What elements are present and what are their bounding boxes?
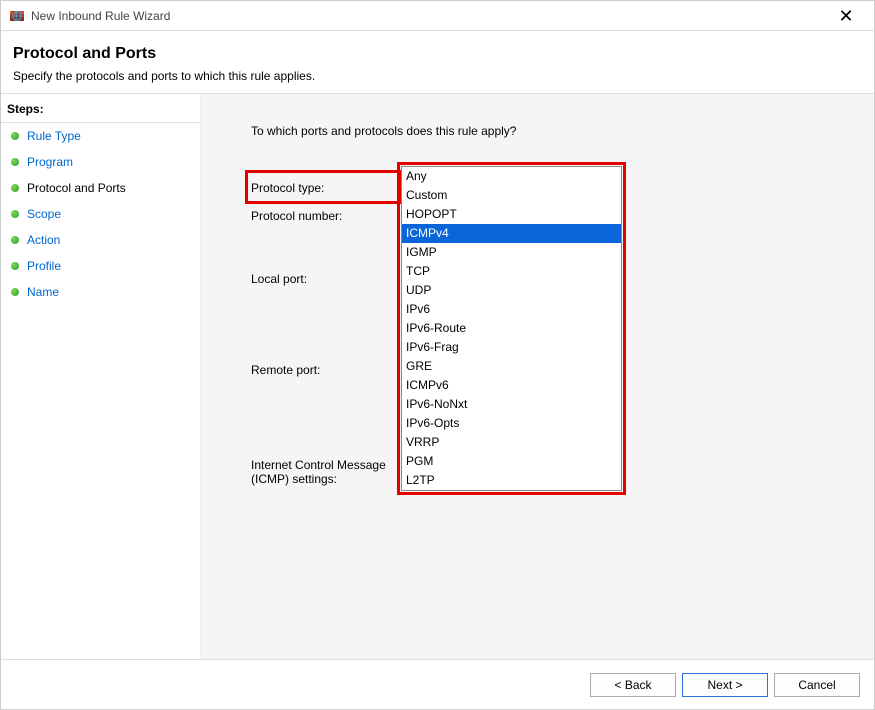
close-icon: ✕ [838, 6, 853, 26]
steps-panel: Steps: Rule Type Program Protocol and Po… [1, 94, 201, 659]
step-label: Action [27, 233, 60, 247]
option-ipv6-frag[interactable]: IPv6-Frag [402, 338, 621, 357]
option-tcp[interactable]: TCP [402, 262, 621, 281]
content-panel: To which ports and protocols does this r… [201, 94, 874, 659]
protocol-type-dropdown: Any Custom HOPOPT ICMPv4 IGMP TCP UDP IP… [401, 166, 622, 491]
option-ipv6-opts[interactable]: IPv6-Opts [402, 414, 621, 433]
cancel-button[interactable]: Cancel [774, 673, 860, 697]
steps-list: Rule Type Program Protocol and Ports Sco… [1, 123, 200, 305]
option-ipv6-nonxt[interactable]: IPv6-NoNxt [402, 395, 621, 414]
titlebar: New Inbound Rule Wizard ✕ [1, 1, 874, 31]
step-scope[interactable]: Scope [1, 201, 200, 227]
label-remote-port: Remote port: [251, 360, 401, 377]
label-icmp-settings: Internet Control Message (ICMP) settings… [251, 455, 401, 486]
step-program[interactable]: Program [1, 149, 200, 175]
steps-heading: Steps: [1, 94, 200, 123]
bullet-icon [11, 288, 19, 296]
next-button[interactable]: Next > [682, 673, 768, 697]
header: Protocol and Ports Specify the protocols… [1, 31, 874, 94]
option-hopopt[interactable]: HOPOPT [402, 205, 621, 224]
bullet-icon [11, 132, 19, 140]
step-label: Rule Type [27, 129, 81, 143]
bullet-icon [11, 236, 19, 244]
page-subtitle: Specify the protocols and ports to which… [13, 69, 862, 83]
step-name[interactable]: Name [1, 279, 200, 305]
step-label: Program [27, 155, 73, 169]
step-action[interactable]: Action [1, 227, 200, 253]
protocol-type-option-list[interactable]: Any Custom HOPOPT ICMPv4 IGMP TCP UDP IP… [401, 166, 622, 491]
step-protocol-and-ports: Protocol and Ports [1, 175, 200, 201]
option-ipv6[interactable]: IPv6 [402, 300, 621, 319]
option-ipv6-route[interactable]: IPv6-Route [402, 319, 621, 338]
bullet-icon [11, 210, 19, 218]
wizard-window: New Inbound Rule Wizard ✕ Protocol and P… [0, 0, 875, 710]
option-gre[interactable]: GRE [402, 357, 621, 376]
option-vrrp[interactable]: VRRP [402, 433, 621, 452]
page-title: Protocol and Ports [13, 45, 862, 63]
bullet-icon [11, 262, 19, 270]
footer: < Back Next > Cancel [1, 659, 874, 709]
window-title: New Inbound Rule Wizard [31, 9, 820, 23]
step-label: Profile [27, 259, 61, 273]
body: Steps: Rule Type Program Protocol and Po… [1, 94, 874, 659]
bullet-icon [11, 184, 19, 192]
prompt-text: To which ports and protocols does this r… [251, 124, 844, 138]
option-custom[interactable]: Custom [402, 186, 621, 205]
bullet-icon [11, 158, 19, 166]
step-profile[interactable]: Profile [1, 253, 200, 279]
option-l2tp[interactable]: L2TP [402, 471, 621, 490]
close-button[interactable]: ✕ [826, 7, 866, 25]
step-label: Scope [27, 207, 61, 221]
step-label: Name [27, 285, 59, 299]
label-protocol-number: Protocol number: [251, 206, 401, 223]
back-button[interactable]: < Back [590, 673, 676, 697]
option-igmp[interactable]: IGMP [402, 243, 621, 262]
label-protocol-type: Protocol type: [251, 178, 401, 200]
option-pgm[interactable]: PGM [402, 452, 621, 471]
option-icmpv6[interactable]: ICMPv6 [402, 376, 621, 395]
label-local-port: Local port: [251, 269, 401, 286]
step-label: Protocol and Ports [27, 181, 126, 195]
option-udp[interactable]: UDP [402, 281, 621, 300]
step-rule-type[interactable]: Rule Type [1, 123, 200, 149]
option-any[interactable]: Any [402, 167, 621, 186]
option-icmpv4[interactable]: ICMPv4 [402, 224, 621, 243]
firewall-icon [9, 8, 25, 24]
